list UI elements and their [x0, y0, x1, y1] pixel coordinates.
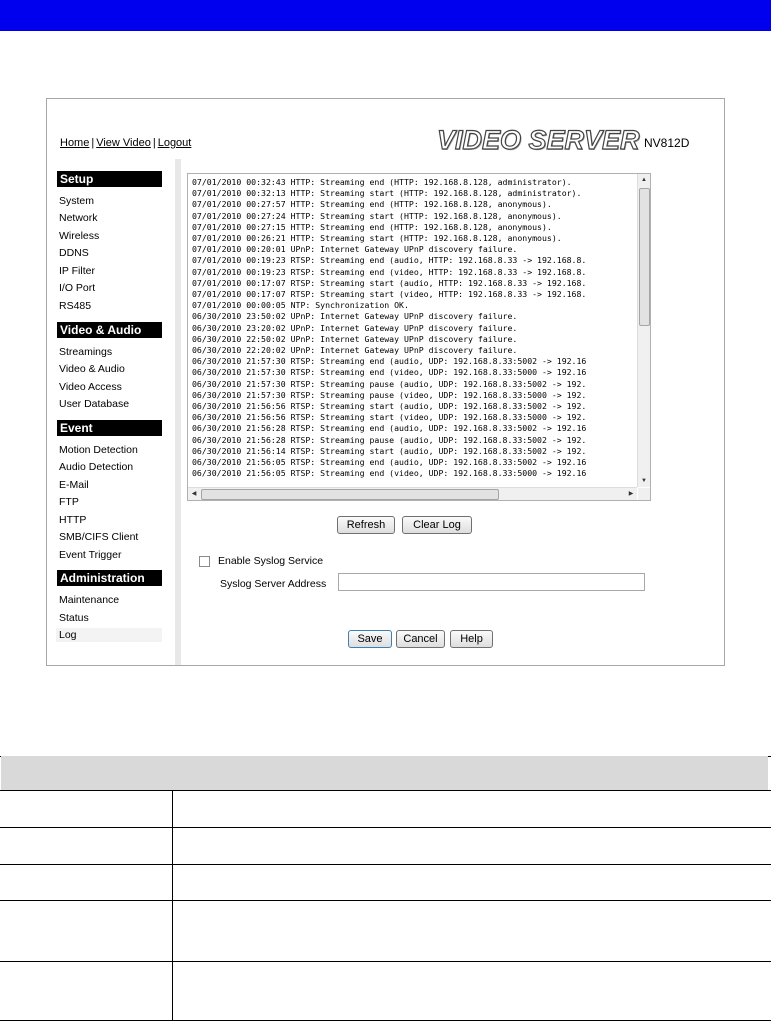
sidebar-item-email[interactable]: E-Mail [59, 479, 89, 491]
table-rule [0, 790, 771, 791]
log-line: 06/30/2010 21:56:56 RTSP: Streaming star… [192, 412, 587, 423]
log-line: 06/30/2010 23:50:02 UPnP: Internet Gatew… [192, 311, 518, 322]
sidebar-item-maintenance[interactable]: Maintenance [59, 594, 119, 606]
sidebar-item-ddns[interactable]: DDNS [59, 247, 89, 259]
log-line: 07/01/2010 00:27:15 HTTP: Streaming end … [192, 221, 552, 232]
table-rule [0, 827, 771, 828]
sidebar-item-wireless[interactable]: Wireless [59, 230, 99, 242]
scroll-left-icon[interactable]: ◀ [188, 488, 200, 500]
log-line: 06/30/2010 21:56:05 RTSP: Streaming end … [192, 457, 587, 468]
sidebar-item-video-audio[interactable]: Video & Audio [59, 363, 125, 375]
scroll-corner [638, 488, 650, 500]
log-line: 06/30/2010 21:56:28 RTSP: Streaming end … [192, 423, 587, 434]
log-line: 06/30/2010 23:20:02 UPnP: Internet Gatew… [192, 322, 518, 333]
nav-separator: | [152, 137, 156, 149]
sidebar-item-audio-detection[interactable]: Audio Detection [59, 461, 133, 473]
section-video-audio: Video & Audio [57, 322, 162, 338]
log-line: 07/01/2010 00:32:13 HTTP: Streaming star… [192, 188, 582, 199]
help-button[interactable]: Help [450, 630, 493, 648]
video-server-window: Home | View Video | Logout VIDEO SERVER NV81… [46, 98, 725, 666]
sidebar-item-system[interactable]: System [59, 195, 94, 207]
horizontal-scroll-thumb[interactable] [201, 489, 499, 500]
sidebar-item-status[interactable]: Status [59, 612, 89, 624]
log-line: 06/30/2010 21:57:30 RTSP: Streaming paus… [192, 378, 587, 389]
sidebar-item-motion-detection[interactable]: Motion Detection [59, 444, 138, 456]
log-vertical-scrollbar[interactable]: ▲ ▼ [637, 174, 650, 487]
sidebar-item-io-port[interactable]: I/O Port [59, 282, 95, 294]
section-setup: Setup [57, 171, 162, 187]
syslog-server-input[interactable] [338, 573, 645, 591]
log-line: 07/01/2010 00:27:57 HTTP: Streaming end … [192, 199, 552, 210]
table-rule [0, 900, 771, 901]
scroll-up-icon[interactable]: ▲ [638, 174, 650, 186]
table-rule [0, 1020, 771, 1021]
sidebar-item-video-access[interactable]: Video Access [59, 381, 122, 393]
top-nav: Home | View Video | Logout [60, 137, 191, 149]
enable-syslog-checkbox[interactable] [199, 556, 210, 567]
save-button[interactable]: Save [348, 630, 392, 648]
log-line: 07/01/2010 00:27:24 HTTP: Streaming star… [192, 210, 562, 221]
sidebar-item-rs485[interactable]: RS485 [59, 300, 91, 312]
log-content: 07/01/2010 00:32:43 HTTP: Streaming end … [181, 159, 724, 665]
log-horizontal-scrollbar[interactable]: ◀ ▶ [188, 487, 637, 500]
log-line: 06/30/2010 21:57:30 RTSP: Streaming paus… [192, 389, 587, 400]
log-line: 07/01/2010 00:19:23 RTSP: Streaming end … [192, 266, 587, 277]
section-event: Event [57, 420, 162, 436]
log-line: 07/01/2010 00:17:07 RTSP: Streaming star… [192, 277, 587, 288]
log-line: 06/30/2010 22:20:02 UPnP: Internet Gatew… [192, 345, 518, 356]
enable-syslog-label: Enable Syslog Service [218, 555, 324, 567]
sidebar-item-event-trigger[interactable]: Event Trigger [59, 549, 121, 561]
sidebar-item-http[interactable]: HTTP [59, 514, 86, 526]
log-line: 07/01/2010 00:32:43 HTTP: Streaming end … [192, 177, 572, 187]
top-banner [0, 0, 771, 31]
model-name: NV812D [644, 136, 690, 150]
log-line: 07/01/2010 00:00:05 NTP: Synchronization… [192, 300, 409, 311]
vertical-scroll-thumb[interactable] [639, 188, 650, 326]
log-line: 06/30/2010 21:57:30 RTSP: Streaming end … [192, 367, 587, 378]
log-line: 07/01/2010 00:20:01 UPnP: Internet Gatew… [192, 244, 518, 255]
cancel-button[interactable]: Cancel [396, 630, 445, 648]
table-rule [0, 864, 771, 865]
sidebar-item-network[interactable]: Network [59, 212, 98, 224]
sidebar-item-log[interactable]: Log [56, 628, 162, 642]
sidebar: Setup System Network Wireless DDNS IP Fi… [47, 159, 181, 665]
sidebar-item-user-database[interactable]: User Database [59, 398, 129, 410]
home-link[interactable]: Home [60, 137, 89, 149]
video-server-logo: VIDEO SERVER [436, 124, 640, 155]
scroll-right-icon[interactable]: ▶ [625, 488, 637, 500]
log-line: 06/30/2010 21:56:14 RTSP: Streaming star… [192, 445, 587, 456]
section-administration: Administration [57, 570, 162, 586]
log-text: 07/01/2010 00:32:43 HTTP: Streaming end … [192, 177, 640, 487]
scroll-down-icon[interactable]: ▼ [638, 475, 650, 487]
sidebar-item-streamings[interactable]: Streamings [59, 346, 112, 358]
log-textarea[interactable]: 07/01/2010 00:32:43 HTTP: Streaming end … [187, 173, 651, 501]
sidebar-item-ftp[interactable]: FTP [59, 496, 79, 508]
table-column-divider [172, 790, 173, 1020]
sidebar-item-ip-filter[interactable]: IP Filter [59, 265, 95, 277]
log-line: 07/01/2010 00:26:21 HTTP: Streaming star… [192, 233, 562, 244]
log-line: 06/30/2010 21:56:28 RTSP: Streaming paus… [192, 434, 587, 445]
refresh-button[interactable]: Refresh [337, 516, 395, 534]
sidebar-item-smb-cifs-client[interactable]: SMB/CIFS Client [59, 531, 138, 543]
view-video-link[interactable]: View Video [96, 137, 151, 149]
log-line: 06/30/2010 21:57:30 RTSP: Streaming end … [192, 356, 587, 367]
table-rule [0, 961, 771, 962]
log-line: 06/30/2010 22:50:02 UPnP: Internet Gatew… [192, 333, 518, 344]
syslog-server-label: Syslog Server Address [220, 578, 327, 590]
log-line: 06/30/2010 21:56:05 RTSP: Streaming end … [192, 468, 587, 479]
log-line: 07/01/2010 00:19:23 RTSP: Streaming end … [192, 255, 587, 266]
log-line: 07/01/2010 00:17:07 RTSP: Streaming star… [192, 289, 587, 300]
logout-link[interactable]: Logout [158, 137, 192, 149]
log-line: 06/30/2010 21:56:56 RTSP: Streaming star… [192, 401, 587, 412]
clear-log-button[interactable]: Clear Log [402, 516, 472, 534]
table-header [1, 756, 768, 790]
